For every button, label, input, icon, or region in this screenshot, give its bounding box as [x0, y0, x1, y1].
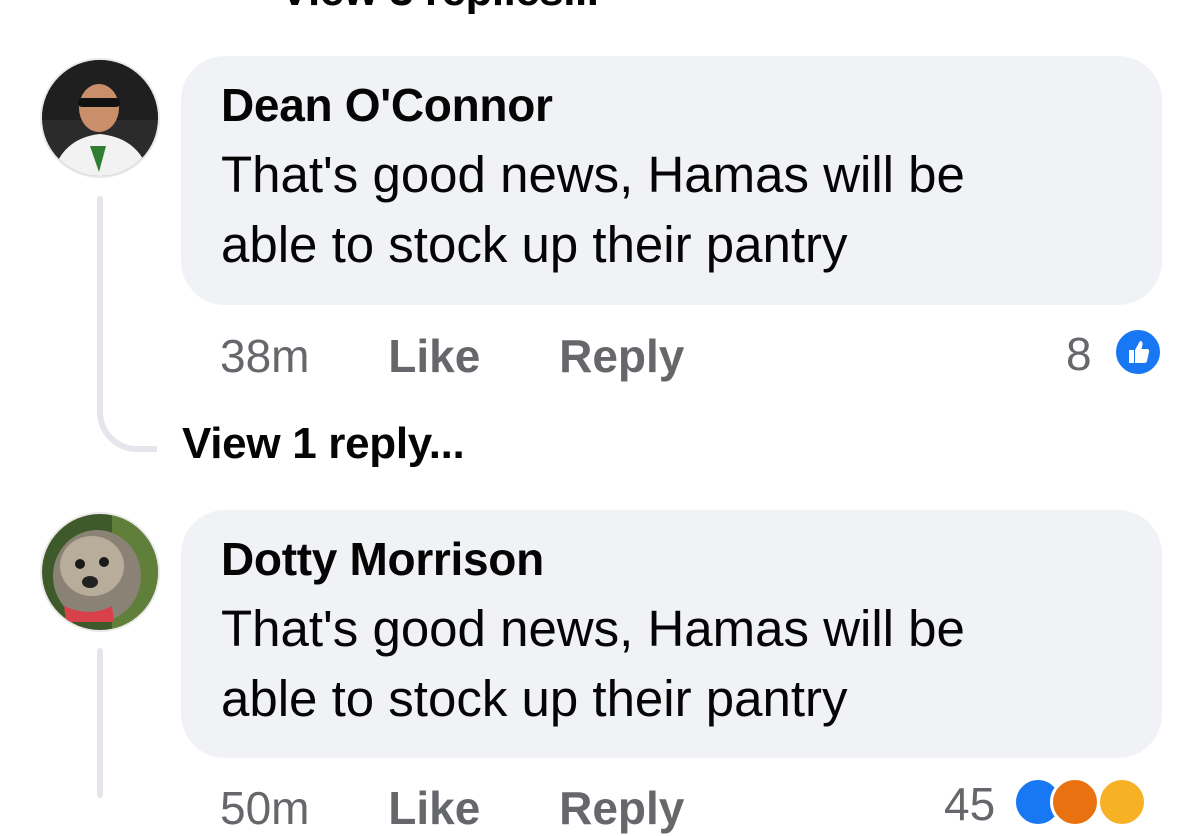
comment-timestamp[interactable]: 38m: [220, 330, 309, 382]
reply-button[interactable]: Reply: [559, 330, 684, 382]
comment-author[interactable]: Dotty Morrison: [221, 530, 1124, 588]
profile-photo-icon: [42, 514, 158, 630]
thread-line: [97, 196, 103, 416]
haha-reaction-icon: [1097, 777, 1147, 827]
reply-button[interactable]: Reply: [559, 782, 684, 834]
view-replies-link[interactable]: View 1 reply...: [182, 418, 465, 470]
avatar-dean-oconnor[interactable]: [40, 58, 160, 178]
like-button[interactable]: Like: [388, 782, 480, 834]
profile-photo-icon: [42, 60, 158, 176]
reaction-count[interactable]: 8: [1066, 326, 1092, 382]
view-replies-link-top[interactable]: View 3 replies...: [280, 0, 599, 16]
comment-timestamp[interactable]: 50m: [220, 782, 309, 834]
like-button[interactable]: Like: [388, 330, 480, 382]
angry-reaction-icon: [1050, 777, 1100, 827]
comment-text: That's good news, Hamas will be able to …: [221, 146, 965, 273]
comment-bubble[interactable]: Dean O'Connor That's good news, Hamas wi…: [181, 56, 1162, 305]
thread-connector: [97, 404, 157, 452]
comment-actions: 50m Like Reply: [220, 780, 750, 836]
like-reaction-icon: [1113, 327, 1163, 377]
comment-actions: 38m Like Reply: [220, 328, 750, 384]
thread-line: [97, 648, 103, 798]
avatar-dotty-morrison[interactable]: [40, 512, 160, 632]
comment-text: That's good news, Hamas will be able to …: [221, 600, 965, 727]
comment-author[interactable]: Dean O'Connor: [221, 76, 1124, 134]
comment-bubble[interactable]: Dotty Morrison That's good news, Hamas w…: [181, 510, 1162, 758]
reaction-count[interactable]: 45: [944, 776, 995, 832]
